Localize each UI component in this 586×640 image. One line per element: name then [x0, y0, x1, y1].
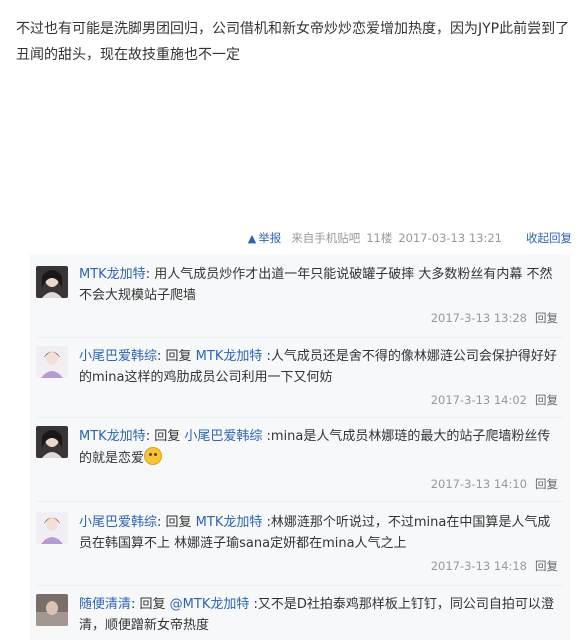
reply-text: 小尾巴爱韩综: 回复 MTK龙加特 :人气成员还是舍不得的像林娜涟公司会保护得好…	[79, 346, 563, 388]
reply-word: 回复	[154, 429, 185, 444]
reply-text: MTK龙加特: 用人气成员炒作才出道一年只能说破罐子破摔 大多数粉丝有内幕 不然…	[79, 264, 563, 306]
divider	[36, 337, 564, 338]
avatar[interactable]	[36, 594, 68, 626]
avatar[interactable]	[36, 266, 68, 298]
reply-word: 回复	[165, 349, 196, 364]
reply-username[interactable]: MTK龙加特	[79, 429, 146, 444]
reply-target-user[interactable]: MTK龙加特	[196, 515, 263, 530]
reply-target-user[interactable]: @MTK龙加特	[170, 597, 250, 612]
reply-username[interactable]: MTK龙加特	[79, 267, 146, 282]
reply-separator: :	[131, 597, 140, 612]
report-label: 举报	[258, 231, 282, 245]
reply-separator: :	[157, 515, 166, 530]
reply-target-user[interactable]: MTK龙加特	[196, 349, 263, 364]
list-item: 小尾巴爱韩综: 回复 MTK龙加特 :林娜涟那个听说过，不过mina在中国算是人…	[30, 512, 570, 584]
list-item: MTK龙加特: 回复 小尾巴爱韩综 :mina是人气成员林娜琏的最大的站子爬墙粉…	[30, 426, 570, 498]
triangle-alert-icon: ▲	[247, 231, 257, 245]
reply-button[interactable]: 回复	[535, 311, 558, 325]
reply-time: 2017-3-13 13:28	[430, 311, 527, 325]
divider	[36, 417, 564, 418]
reply-button[interactable]: 回复	[535, 477, 558, 491]
reply-time: 2017-3-13 14:02	[430, 393, 527, 407]
reply-separator: :	[157, 349, 166, 364]
reply-text: 小尾巴爱韩综: 回复 MTK龙加特 :林娜涟那个听说过，不过mina在中国算是人…	[79, 512, 563, 554]
collapse-reply-button[interactable]: 收起回复	[526, 230, 572, 246]
reply-username[interactable]: 随便清清	[79, 597, 131, 612]
avatar[interactable]	[36, 346, 68, 378]
reply-target-user[interactable]: 小尾巴爱韩综	[184, 429, 262, 444]
avatar[interactable]	[36, 512, 68, 544]
reply-button[interactable]: 回复	[535, 393, 558, 407]
reply-word: 回复	[165, 515, 196, 530]
list-item: 随便清清: 回复 @MTK龙加特 :又不是D社拍泰鸡那样板上钉钉，同公司自拍可以…	[30, 594, 570, 640]
post-time: 2017-03-13 13:21	[398, 231, 502, 245]
reply-text: MTK龙加特: 回复 小尾巴爱韩综 :mina是人气成员林娜琏的最大的站子爬墙粉…	[79, 426, 563, 469]
reply-separator: :	[145, 267, 155, 282]
reply-time: 2017-3-13 14:18	[430, 559, 527, 573]
reply-button[interactable]: 回复	[535, 559, 558, 573]
post-content: 不过也有可能是洗脚男团回归，公司借机和新女帝炒炒恋爱增加热度，因为JYP此前尝到…	[16, 21, 570, 63]
reply-text: 随便清清: 回复 @MTK龙加特 :又不是D社拍泰鸡那样板上钉钉，同公司自拍可以…	[79, 594, 563, 636]
floor-number: 11楼	[366, 231, 393, 245]
reply-list: MTK龙加特: 用人气成员炒作才出道一年只能说破罐子破摔 大多数粉丝有内幕 不然…	[30, 254, 570, 640]
list-item: MTK龙加特: 用人气成员炒作才出道一年只能说破罐子破摔 大多数粉丝有内幕 不然…	[30, 264, 570, 336]
emoji-face-icon	[144, 447, 163, 465]
reply-meta: 2017-3-13 14:18 回复	[431, 558, 558, 574]
reply-meta: 2017-3-13 14:02 回复	[431, 392, 558, 408]
reply-username[interactable]: 小尾巴爱韩综	[79, 515, 157, 530]
report-link[interactable]: ▲ 举报	[248, 230, 281, 246]
reply-username[interactable]: 小尾巴爱韩综	[79, 349, 157, 364]
post-meta-bar: ▲ 举报 来自手机贴吧 11楼 2017-03-13 13:21 收起回复	[0, 228, 572, 248]
divider	[36, 585, 564, 586]
list-item: 小尾巴爱韩综: 回复 MTK龙加特 :人气成员还是舍不得的像林娜涟公司会保护得好…	[30, 346, 570, 418]
divider	[36, 501, 564, 502]
avatar[interactable]	[36, 426, 68, 458]
reply-meta: 2017-3-13 13:28 回复	[431, 310, 558, 326]
reply-meta: 2017-3-13 14:10 回复	[431, 476, 558, 492]
reply-time: 2017-3-13 14:10	[430, 477, 527, 491]
reply-word: 回复	[139, 597, 170, 612]
reply-separator: :	[145, 429, 155, 444]
post-source: 来自手机贴吧	[291, 231, 361, 245]
